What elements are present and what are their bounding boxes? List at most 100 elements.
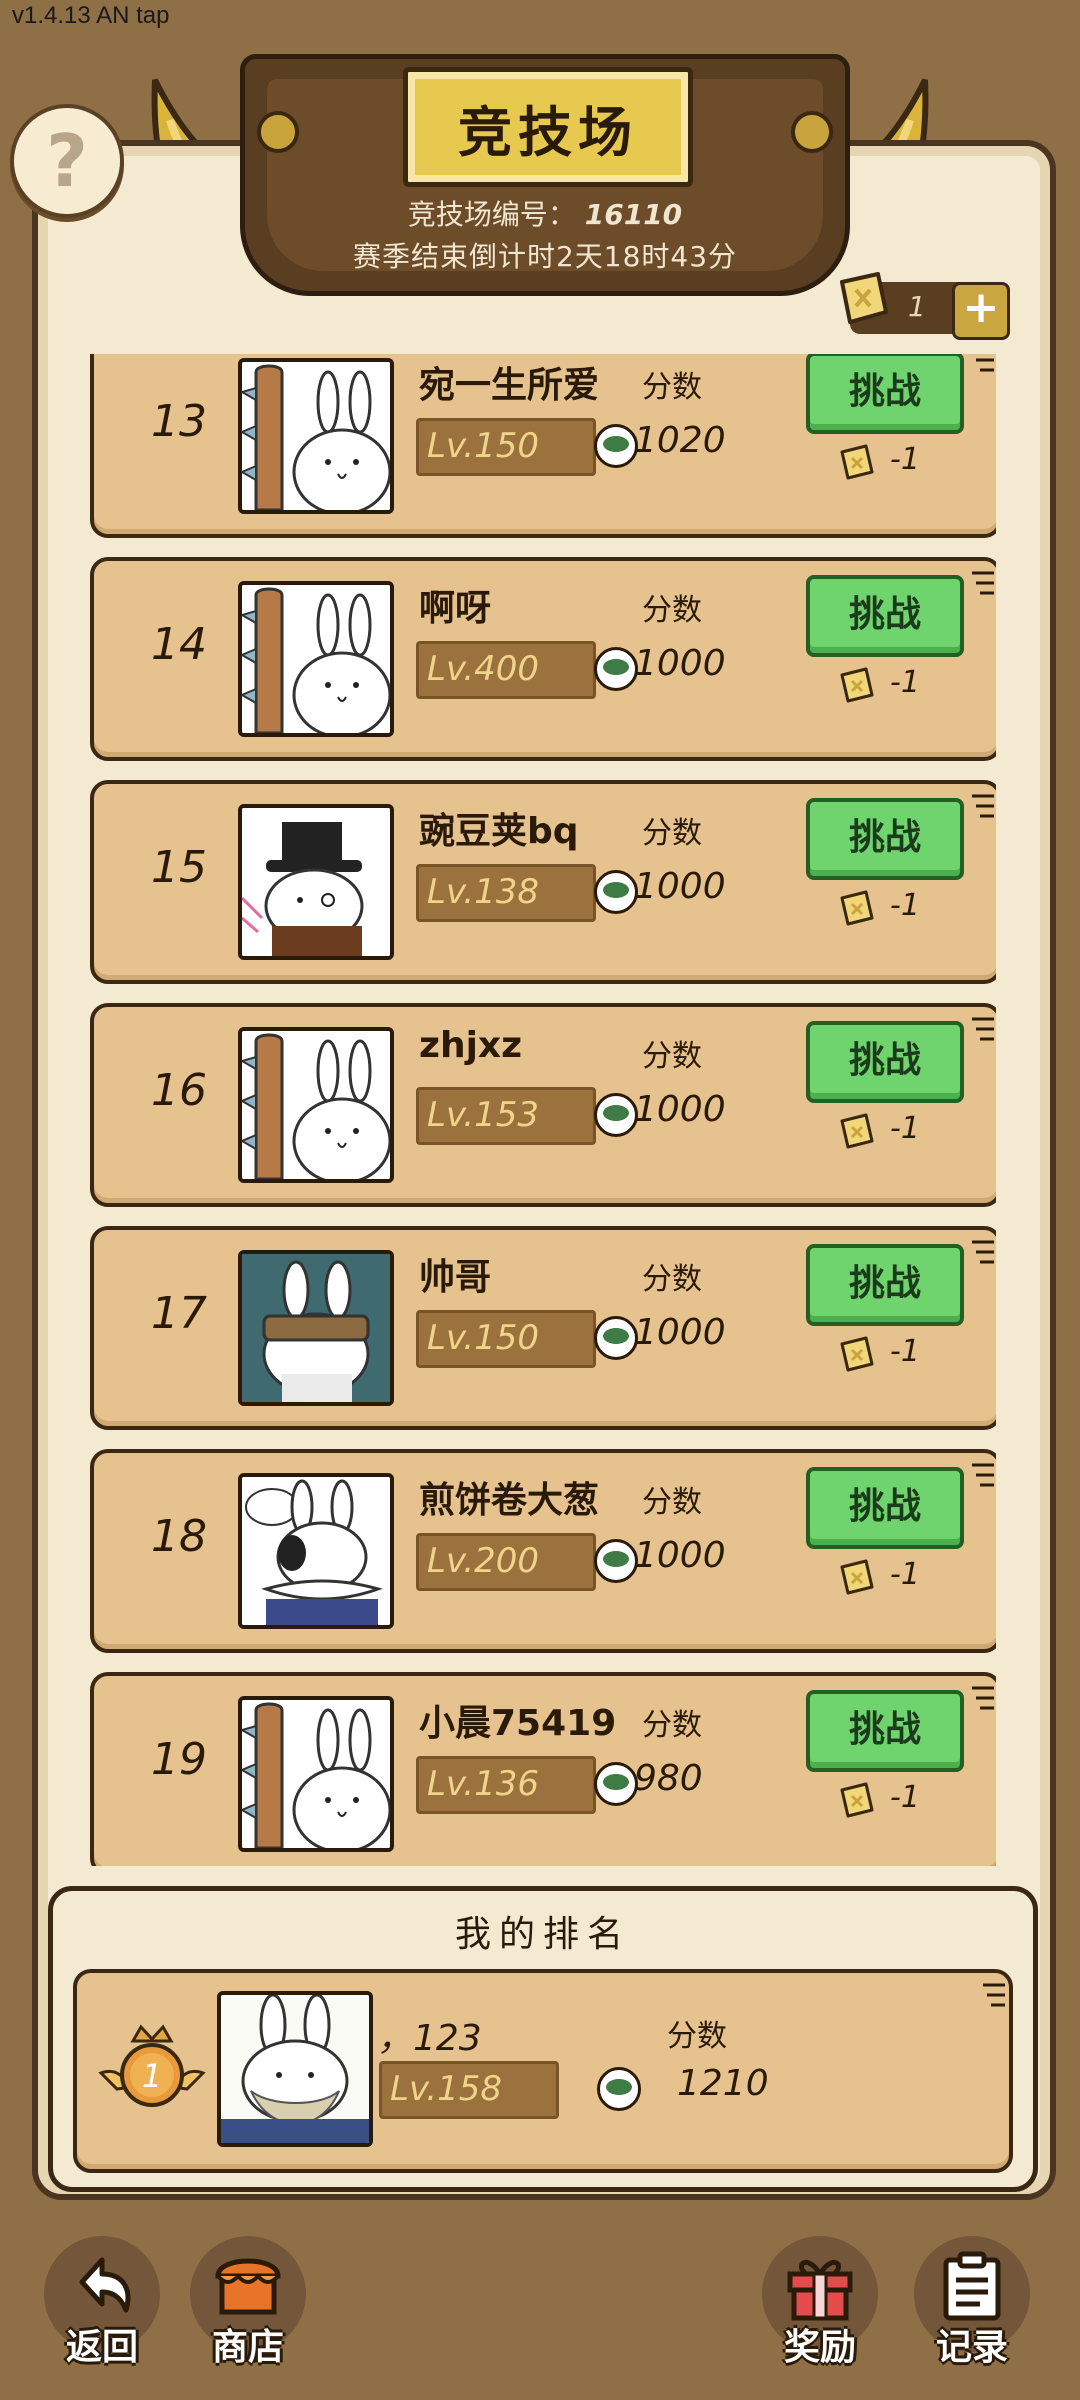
rank-number: 15 — [151, 842, 207, 893]
my-score-label: 分数 — [667, 2019, 727, 2054]
help-button[interactable]: ? — [10, 104, 124, 218]
level-badge: Lv.138 — [416, 864, 596, 922]
score-label: 分数 — [642, 593, 702, 628]
challenge-button[interactable]: 挑战 — [806, 1467, 964, 1549]
ticket-cost: -1 — [890, 665, 920, 700]
rank-number: 17 — [151, 1288, 207, 1339]
corner-lines-decoration — [968, 790, 996, 830]
corner-lines-decoration — [968, 1236, 996, 1276]
challenge-button[interactable]: 挑战 — [806, 1244, 964, 1326]
ticket-cost: -1 — [890, 1111, 920, 1146]
rank-number: 14 — [151, 619, 207, 670]
ranking-list[interactable]: 13 宛一生所爱 分数 Lv.150 1020 挑战 -1 14 啊呀 分数 Lv.400 1000 挑… — [90, 354, 996, 1866]
corner-lines-decoration — [968, 1459, 996, 1499]
level-badge: Lv.200 — [416, 1533, 596, 1591]
score-coin-icon — [594, 1762, 638, 1806]
ranking-row: 19 小晨75419 分数 Lv.136 980 挑战 -1 — [90, 1672, 996, 1866]
shop-label: 商店 — [211, 2327, 284, 2368]
challenge-button[interactable]: 挑战 — [806, 354, 964, 434]
rank-number: 18 — [151, 1511, 207, 1562]
ticket-cost: -1 — [890, 442, 920, 477]
score-coin-icon — [594, 424, 638, 468]
score-coin-icon — [594, 1316, 638, 1360]
corner-lines-decoration — [979, 1979, 1009, 2019]
ticket-icon — [840, 272, 888, 324]
shop-button[interactable]: 商店 — [190, 2236, 306, 2368]
corner-lines-decoration — [968, 567, 996, 607]
score-coin-icon — [594, 1093, 638, 1137]
level-badge: Lv.150 — [416, 1310, 596, 1368]
level-badge: Lv.400 — [416, 641, 596, 699]
ranking-row: 16 zhjxz 分数 Lv.153 1000 挑战 -1 — [90, 1003, 996, 1207]
score-value: 1000 — [634, 1089, 726, 1130]
score-coin-icon — [597, 2067, 641, 2111]
ticket-cost: -1 — [890, 888, 920, 923]
add-ticket-button[interactable]: + — [952, 282, 1010, 340]
record-label: 记录 — [935, 2327, 1008, 2368]
score-label: 分数 — [642, 1039, 702, 1074]
ticket-cost-icon — [836, 665, 876, 705]
rank-number: 16 — [151, 1065, 207, 1116]
ticket-cost-icon — [836, 1334, 876, 1374]
ranking-row: 13 宛一生所爱 分数 Lv.150 1020 挑战 -1 — [90, 354, 996, 538]
corner-lines-decoration — [968, 1013, 996, 1053]
player-avatar[interactable] — [238, 1250, 394, 1406]
corner-lines-decoration — [968, 1682, 996, 1722]
my-rank-number: 1 — [142, 2057, 162, 2095]
rank-medal-icon: 1 — [98, 2024, 206, 2107]
ticket-count: 1 — [908, 290, 926, 323]
ticket-cost-icon — [836, 442, 876, 482]
score-label: 分数 — [642, 816, 702, 851]
score-label: 分数 — [642, 1485, 702, 1520]
level-badge: Lv.150 — [416, 418, 596, 476]
player-name: 宛一生所爱 — [419, 365, 600, 406]
score-coin-icon — [594, 1539, 638, 1583]
score-label: 分数 — [642, 1262, 702, 1297]
shop-icon — [215, 2258, 281, 2315]
challenge-button[interactable]: 挑战 — [806, 1690, 964, 1772]
score-label: 分数 — [642, 370, 702, 405]
ticket-cost-icon — [836, 888, 876, 928]
score-value: 1000 — [634, 1312, 726, 1353]
player-avatar[interactable] — [238, 358, 394, 514]
player-avatar[interactable] — [238, 804, 394, 960]
challenge-button[interactable]: 挑战 — [806, 1021, 964, 1103]
my-level-badge: Lv.158 — [379, 2061, 559, 2119]
my-avatar — [217, 1991, 373, 2147]
my-rank-panel: 我的排名 1 ，123 分数 Lv.158 1210 — [48, 1886, 1038, 2192]
score-coin-icon — [594, 870, 638, 914]
level-badge: Lv.153 — [416, 1087, 596, 1145]
title-board: 竞技场 竞技场编号： 16110 赛季结束倒计时2天18时43分 — [240, 54, 850, 296]
player-avatar[interactable] — [238, 1027, 394, 1183]
player-avatar[interactable] — [238, 1473, 394, 1629]
reward-label: 奖励 — [783, 2327, 856, 2368]
ranking-row: 14 啊呀 分数 Lv.400 1000 挑战 -1 — [90, 557, 996, 761]
challenge-button[interactable]: 挑战 — [806, 575, 964, 657]
my-player-name: ，123 — [377, 2018, 482, 2059]
score-value: 1000 — [634, 643, 726, 684]
player-avatar[interactable] — [238, 1696, 394, 1852]
challenge-button[interactable]: 挑战 — [806, 798, 964, 880]
player-name: 帅哥 — [419, 1257, 492, 1298]
ticket-cost: -1 — [890, 1557, 920, 1592]
ticket-cost-icon — [836, 1111, 876, 1151]
score-value: 1000 — [634, 1535, 726, 1576]
rank-number: 13 — [151, 396, 207, 447]
record-button[interactable]: 记录 — [914, 2236, 1030, 2368]
arena-id-value: 16110 — [584, 198, 683, 231]
ranking-row: 15 豌豆荚bq 分数 Lv.138 1000 挑战 -1 — [90, 780, 996, 984]
back-arrow-icon — [79, 2257, 131, 2313]
reward-button[interactable]: 奖励 — [762, 2236, 878, 2368]
player-name: 煎饼卷大葱 — [419, 1480, 600, 1521]
score-label: 分数 — [642, 1708, 702, 1743]
player-avatar[interactable] — [238, 581, 394, 737]
player-name: 小晨75419 — [419, 1703, 617, 1744]
back-button[interactable]: 返回 — [44, 2236, 160, 2368]
season-countdown: 赛季结束倒计时2天18时43分 — [352, 240, 738, 273]
bolt-icon — [791, 111, 833, 153]
ticket-cost: -1 — [890, 1780, 920, 1815]
score-value: 1020 — [634, 420, 726, 461]
my-rank-row: 1 ，123 分数 Lv.158 1210 — [73, 1969, 1013, 2173]
score-value: 1000 — [634, 866, 726, 907]
back-label: 返回 — [65, 2327, 138, 2368]
